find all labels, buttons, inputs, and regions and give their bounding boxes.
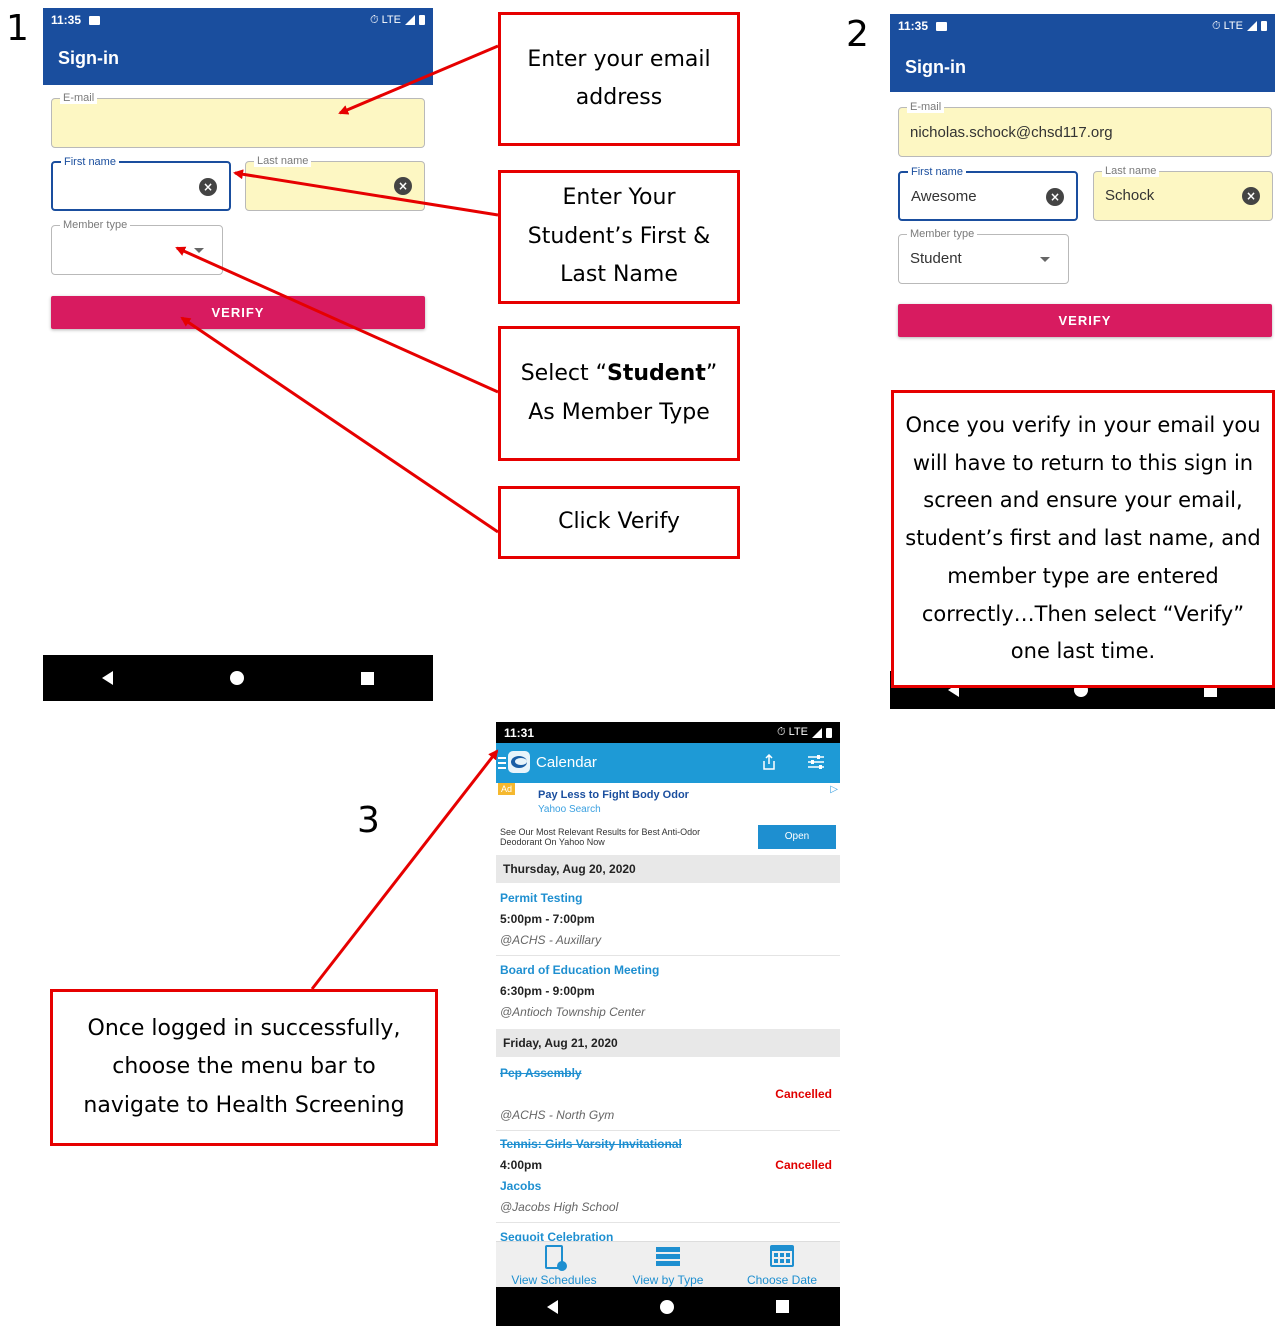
arrow-to-menu [310, 749, 499, 990]
arrow-to-verify [180, 316, 499, 534]
arrow-to-email [338, 44, 499, 115]
arrow-to-name [233, 169, 499, 217]
annotation-arrows [175, 44, 499, 990]
arrow-to-member-type [175, 246, 499, 394]
